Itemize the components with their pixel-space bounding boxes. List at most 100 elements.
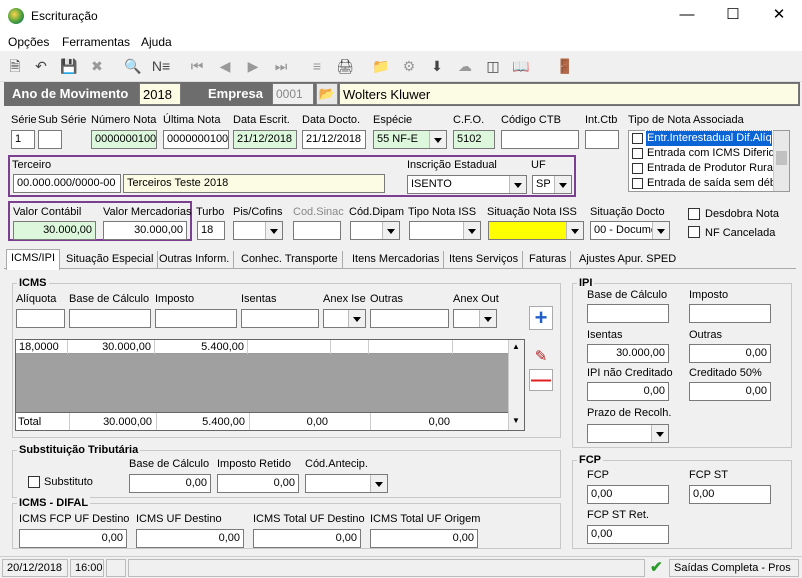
- data-docto-field[interactable]: 21/12/2018: [302, 130, 366, 149]
- piscofins-select[interactable]: [233, 221, 283, 240]
- scroll-thumb[interactable]: [776, 151, 787, 165]
- tiponota-scrollbar[interactable]: [773, 131, 789, 191]
- menu-opcoes[interactable]: Opções: [8, 35, 49, 49]
- cib-icon[interactable]: ◫: [482, 55, 504, 77]
- tab-faturas[interactable]: Faturas: [525, 251, 572, 269]
- ipi-outras-field[interactable]: 0,00: [689, 344, 771, 363]
- tab-outras-inform[interactable]: Outras Inform.: [155, 251, 235, 269]
- tiponota-checkbox[interactable]: [632, 133, 643, 144]
- cancelada-checkbox[interactable]: [688, 226, 700, 238]
- upload-icon[interactable]: ☁: [454, 55, 476, 77]
- maximize-button[interactable]: ☐: [710, 0, 756, 32]
- icms-grid[interactable]: 18,0000 30.000,00 5.400,00 Total 30.000,…: [15, 339, 525, 431]
- outras-field[interactable]: [370, 309, 449, 328]
- tab-situacao-especial[interactable]: Situação Especial: [62, 251, 159, 269]
- codsinac-field[interactable]: [293, 221, 341, 240]
- tiponota-list[interactable]: Entr.Interestadual Dif.Alíq Entrada com …: [628, 130, 790, 192]
- numero-field[interactable]: 0000000100: [91, 130, 157, 149]
- anex-ise-select[interactable]: [323, 309, 366, 328]
- ano-field[interactable]: 2018: [139, 83, 181, 105]
- open-folder-icon[interactable]: 📂: [316, 83, 338, 105]
- nfe-icon[interactable]: N≡: [150, 55, 172, 77]
- scroll-down-icon[interactable]: ▼: [512, 416, 520, 425]
- undo-icon[interactable]: ↶: [30, 55, 52, 77]
- download-icon[interactable]: ⬇: [426, 55, 448, 77]
- ipi-cred50-field[interactable]: 0,00: [689, 382, 771, 401]
- st-base-field[interactable]: 0,00: [129, 474, 211, 493]
- valor-contabil-field[interactable]: 30.000,00: [13, 221, 96, 240]
- situacao-docto-select[interactable]: 00 - Documen: [590, 221, 670, 240]
- situacao-iss-select[interactable]: [488, 221, 584, 240]
- delete-icon[interactable]: ✖: [86, 55, 108, 77]
- subserie-field[interactable]: [38, 130, 62, 149]
- difal-total-field[interactable]: 0,00: [253, 529, 361, 548]
- exit-icon[interactable]: 🚪: [554, 55, 576, 77]
- book-icon[interactable]: 📖: [510, 55, 532, 77]
- especie-select[interactable]: 55 NF-E: [373, 130, 447, 149]
- tab-itens-mercadorias[interactable]: Itens Mercadorias: [348, 251, 445, 269]
- aliquota-field[interactable]: [16, 309, 65, 328]
- difal-ufdest-field[interactable]: 0,00: [136, 529, 244, 548]
- gear-icon[interactable]: ⚙: [398, 55, 420, 77]
- uf-select[interactable]: SP: [532, 175, 572, 194]
- tab-ajustes-sped[interactable]: Ajustes Apur. SPED: [575, 251, 680, 269]
- tab-itens-servicos[interactable]: Itens Serviços: [445, 251, 524, 269]
- empresa-code-field[interactable]: 0001: [272, 83, 314, 105]
- data-escrit-field[interactable]: 21/12/2018: [233, 130, 297, 149]
- ipi-naocred-field[interactable]: 0,00: [587, 382, 669, 401]
- codantecip-select[interactable]: [305, 474, 388, 493]
- base-field[interactable]: [69, 309, 151, 328]
- remove-icon[interactable]: —: [529, 369, 553, 391]
- calc-icon[interactable]: 🖨: [334, 55, 356, 77]
- coddipam-select[interactable]: [350, 221, 400, 240]
- isentas-field[interactable]: [241, 309, 319, 328]
- tab-conhec-transporte[interactable]: Conhec. Transporte: [237, 251, 343, 269]
- imposto-field[interactable]: [155, 309, 237, 328]
- tiponota-checkbox[interactable]: [632, 178, 643, 189]
- new-icon[interactable]: 🗎: [4, 55, 26, 77]
- terceiro-cnpj-field[interactable]: 00.000.000/0000-00: [13, 174, 121, 193]
- anex-out-select[interactable]: [453, 309, 497, 328]
- list-item[interactable]: Entr.Interestadual Dif.Alíq: [629, 130, 789, 147]
- serie-field[interactable]: 1: [11, 130, 35, 149]
- add-icon[interactable]: +: [529, 306, 553, 330]
- next-record-icon[interactable]: ▶: [242, 55, 264, 77]
- difal-origem-field[interactable]: 0,00: [370, 529, 478, 548]
- minimize-button[interactable]: —: [664, 0, 710, 32]
- ie-select[interactable]: ISENTO: [407, 175, 527, 194]
- list-item[interactable]: Entrada com ICMS Diferido: [629, 146, 774, 161]
- st-retido-field[interactable]: 0,00: [217, 474, 299, 493]
- table-row[interactable]: 18,0000 30.000,00 5.400,00: [16, 340, 508, 354]
- folder-icon[interactable]: 📁: [370, 55, 392, 77]
- last-record-icon[interactable]: ⏭: [270, 55, 292, 77]
- edit-icon[interactable]: ✎: [529, 346, 553, 368]
- ipi-prazo-select[interactable]: [587, 424, 669, 443]
- menu-ajuda[interactable]: Ajuda: [141, 35, 172, 49]
- save-icon[interactable]: 💾: [58, 55, 80, 77]
- list-item[interactable]: Entrada de Produtor Rural: [629, 161, 774, 176]
- cfo-field[interactable]: 5102: [453, 130, 495, 149]
- ipi-base-field[interactable]: [587, 304, 669, 323]
- turbo-field[interactable]: 18: [197, 221, 225, 240]
- substituto-checkbox[interactable]: [28, 476, 40, 488]
- prev-record-icon[interactable]: ◀: [214, 55, 236, 77]
- tiponota-checkbox[interactable]: [632, 148, 643, 159]
- fcp-st-field[interactable]: 0,00: [689, 485, 771, 504]
- valor-merc-field[interactable]: 30.000,00: [103, 221, 187, 240]
- tipo-nota-iss-select[interactable]: [409, 221, 481, 240]
- close-button[interactable]: ✕: [756, 0, 802, 32]
- tree-icon[interactable]: ≡: [306, 55, 328, 77]
- menu-ferramentas[interactable]: Ferramentas: [62, 35, 130, 49]
- tiponota-checkbox[interactable]: [632, 163, 643, 174]
- intctb-field[interactable]: [585, 130, 619, 149]
- ipi-isentas-field[interactable]: 30.000,00: [587, 344, 669, 363]
- first-record-icon[interactable]: ⏮: [186, 55, 208, 77]
- scroll-up-icon[interactable]: ▲: [512, 342, 520, 351]
- tab-icms-ipi[interactable]: ICMS/IPI: [6, 249, 61, 270]
- difal-fcp-field[interactable]: 0,00: [19, 529, 127, 548]
- preview-icon[interactable]: 🔍: [122, 55, 144, 77]
- fcp-field[interactable]: 0,00: [587, 485, 669, 504]
- ipi-imposto-field[interactable]: [689, 304, 771, 323]
- fcp-st-ret-field[interactable]: 0,00: [587, 525, 669, 544]
- desdobra-checkbox[interactable]: [688, 208, 700, 220]
